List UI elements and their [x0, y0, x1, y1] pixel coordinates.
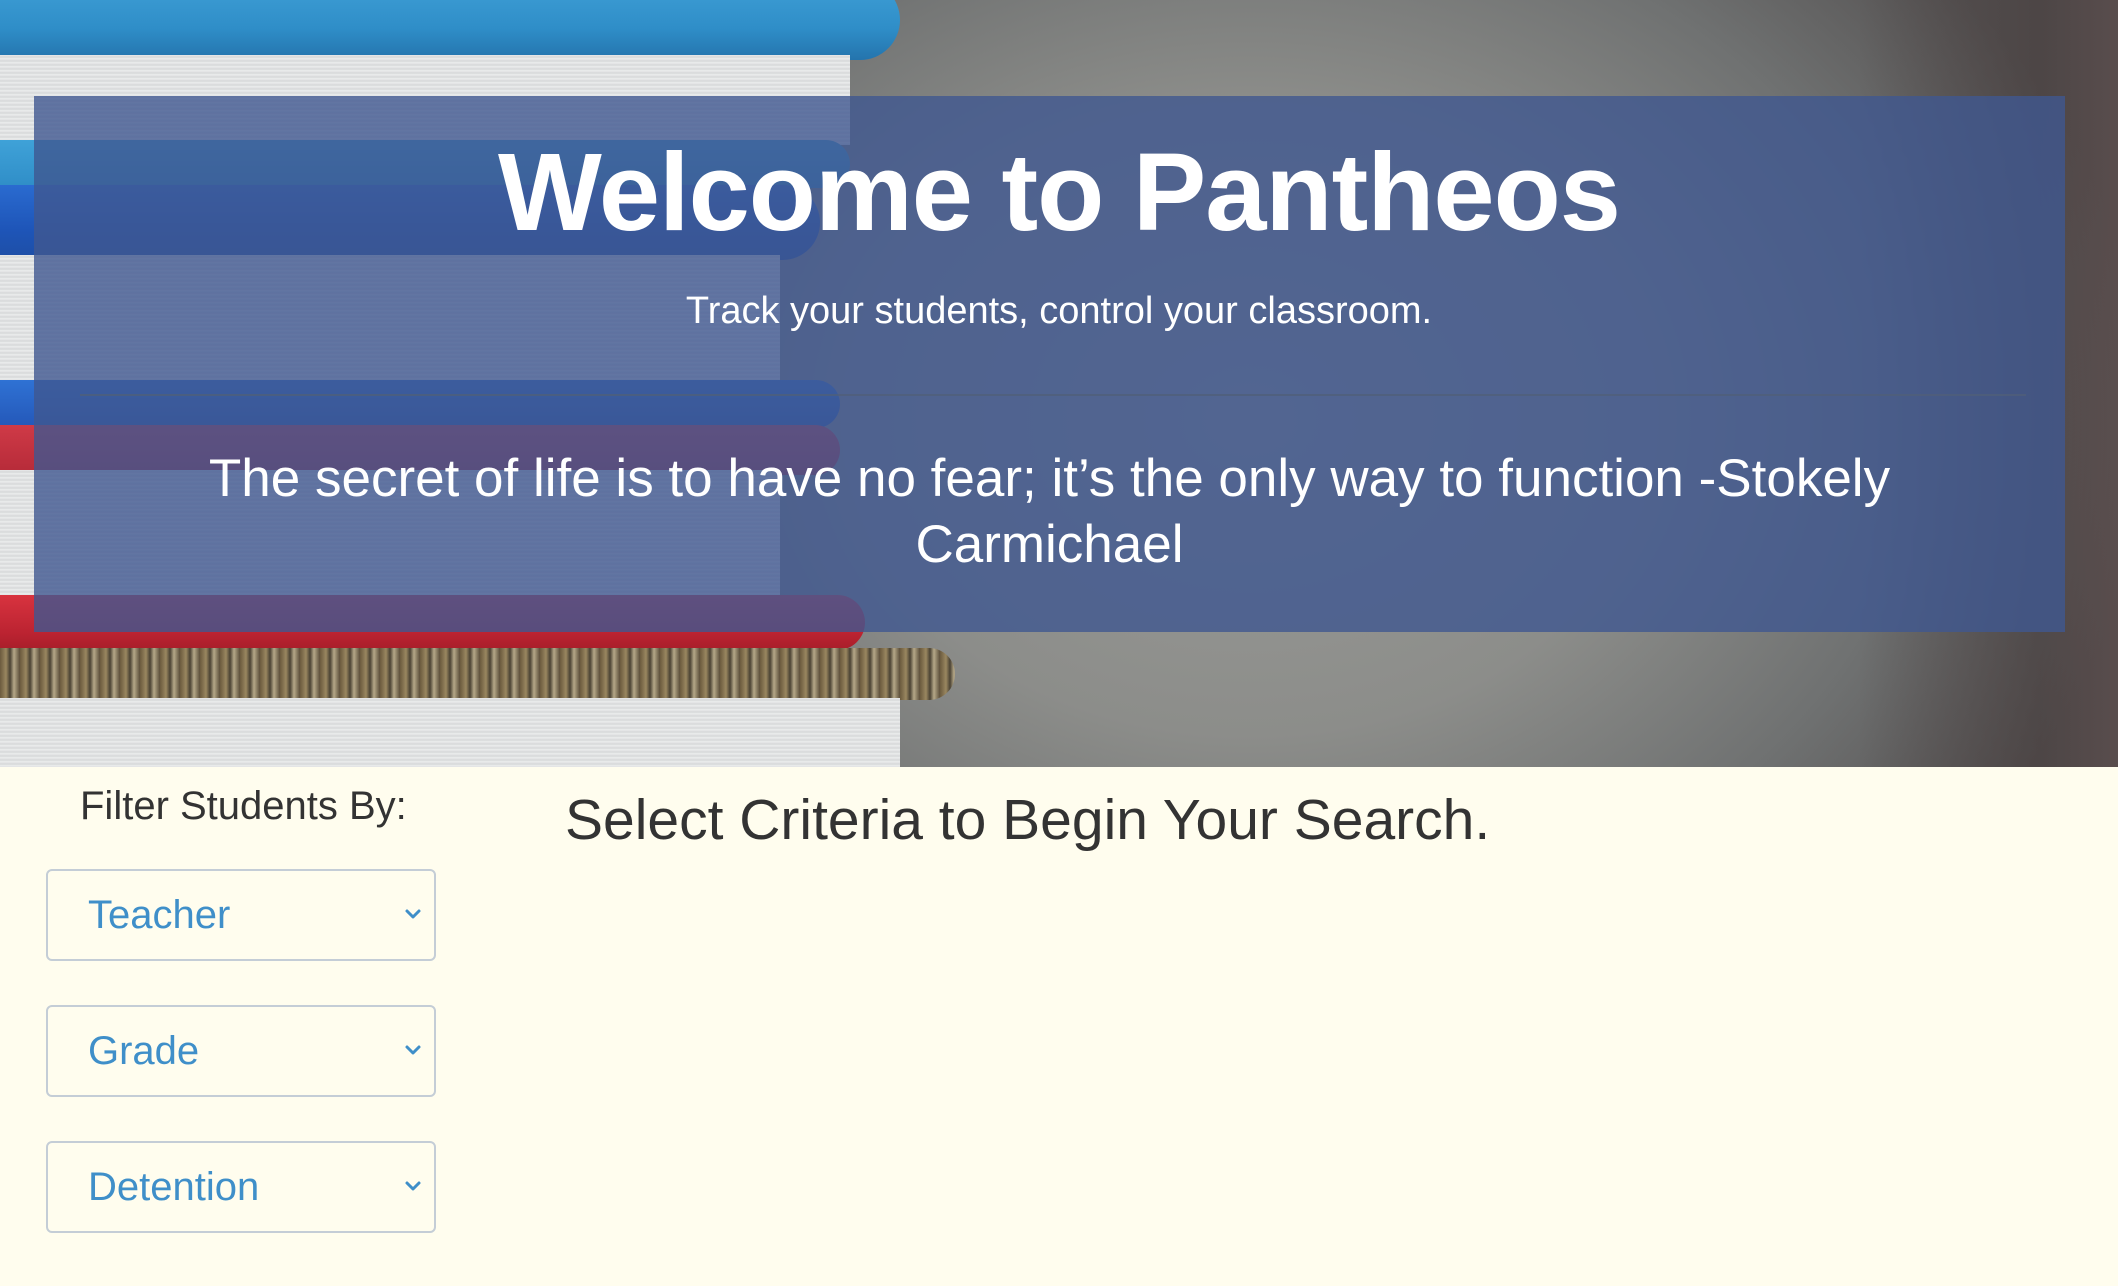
grade-select[interactable]: Grade	[46, 1005, 436, 1097]
chevron-down-icon	[405, 909, 421, 919]
page-subtitle: Track your students, control your classr…	[685, 290, 1433, 332]
quote-line-2: Carmichael	[915, 515, 1184, 574]
divider	[80, 394, 2026, 396]
page-title: Welcome to Pantheos	[498, 131, 1621, 254]
chevron-down-icon	[405, 1045, 421, 1055]
quote: The secret of life is to have no fear; i…	[34, 446, 2065, 578]
detention-select-value: Detention	[88, 1165, 260, 1209]
teacher-select[interactable]: Teacher	[46, 869, 436, 961]
quote-line-1: The secret of life is to have no fear; i…	[208, 449, 1891, 508]
search-prompt: Select Criteria to Begin Your Search.	[565, 788, 1491, 852]
grade-select-value: Grade	[88, 1029, 200, 1073]
chevron-down-icon	[405, 1181, 421, 1191]
detention-select[interactable]: Detention	[46, 1141, 436, 1233]
background-image	[0, 0, 900, 60]
filter-label: Filter Students By:	[80, 784, 407, 828]
hero-banner: Welcome to Pantheos Track your students,…	[0, 0, 2118, 767]
teacher-select-value: Teacher	[88, 893, 231, 937]
